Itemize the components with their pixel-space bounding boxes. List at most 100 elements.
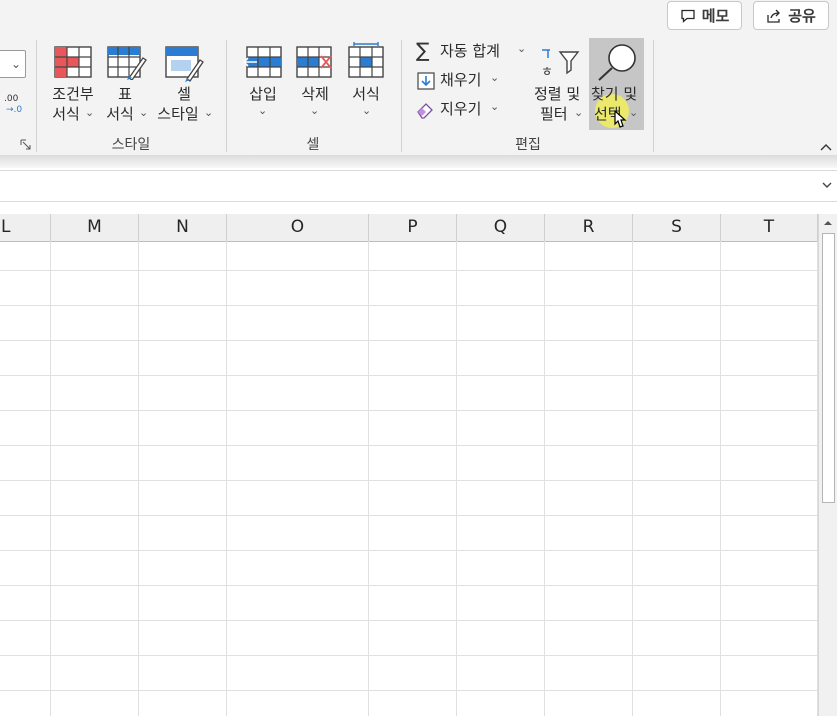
share-label: 공유 [788, 7, 816, 25]
gridline [0, 480, 818, 481]
fill-label: 채우기 [440, 71, 482, 89]
sort-filter-line1[interactable]: 정렬 및 [534, 84, 580, 104]
column-header-t[interactable]: T [721, 214, 818, 241]
gridline [544, 241, 545, 716]
gridline [0, 340, 818, 341]
gridline [50, 241, 51, 716]
worksheet-grid[interactable]: L M N O P Q R S T [0, 214, 818, 716]
decrease-decimal-icon[interactable]: .00 →.0 [0, 92, 24, 116]
gridline [0, 410, 818, 411]
chevron-down-icon: ⌄ [517, 42, 527, 55]
format-label[interactable]: 서식 [349, 84, 383, 104]
chevron-down-icon: ⌄ [139, 106, 149, 119]
cell-style-line2[interactable]: 스타일 [153, 104, 203, 124]
scroll-thumb[interactable] [822, 233, 835, 503]
edit-group-label: 편집 [515, 137, 541, 153]
gridline [0, 270, 818, 271]
chevron-down-icon: ⌄ [11, 57, 22, 71]
column-header-n[interactable]: N [139, 214, 227, 241]
find-select-line1: 찾기 및 [591, 85, 638, 103]
group-separator [401, 40, 402, 152]
gridline [0, 445, 818, 446]
chevron-down-icon: ⌄ [310, 104, 320, 117]
memo-button[interactable]: 메모 [667, 1, 742, 30]
column-header-s[interactable]: S [633, 214, 721, 241]
chevron-down-icon: ⌄ [574, 106, 584, 119]
style-group-label: 스타일 [111, 137, 151, 153]
delete-label[interactable]: 삭제 [298, 84, 332, 104]
group-separator [653, 40, 654, 152]
column-header-p[interactable]: P [369, 214, 457, 241]
gridline [0, 620, 818, 621]
column-header-m[interactable]: M [51, 214, 139, 241]
gridline [138, 241, 139, 716]
chevron-down-icon: ⌄ [490, 100, 500, 113]
mouse-pointer-icon [614, 110, 627, 128]
gridline [632, 241, 633, 716]
dialog-launcher-icon[interactable] [20, 139, 32, 151]
column-header-l[interactable]: L [0, 214, 51, 241]
cells-group-label: 셀 [306, 137, 320, 153]
ribbon: 메모 공유 ⌄ .00 →.0 조건부 서식 ⌄ 표 서식 ⌄ 셀 스타일 ⌄ … [0, 0, 837, 156]
eraser-icon [417, 103, 433, 119]
collapse-ribbon-icon[interactable] [819, 141, 833, 153]
magnifier-icon [598, 44, 636, 81]
insert-cells-icon[interactable] [243, 46, 283, 78]
gridline [368, 241, 369, 716]
svg-text:.00: .00 [4, 94, 19, 104]
gridline [0, 515, 818, 516]
expand-formula-bar-icon[interactable] [820, 180, 834, 192]
sigma-icon: ∑ [416, 38, 430, 62]
gridline [0, 550, 818, 551]
sort-filter-icon[interactable]: ㅎ [540, 48, 582, 78]
group-separator [36, 40, 37, 152]
autosum-button[interactable]: ∑ 자동 합계 ⌄ [414, 38, 532, 64]
column-headers: L M N O P Q R S T [0, 214, 818, 242]
cell-styles-icon[interactable] [165, 46, 205, 82]
share-icon [767, 9, 781, 23]
delete-cells-icon[interactable] [296, 46, 334, 78]
chevron-down-icon: ⌄ [85, 106, 95, 119]
column-header-r[interactable]: R [545, 214, 633, 241]
svg-text:ㅎ: ㅎ [541, 65, 553, 78]
gridline [456, 241, 457, 716]
gridline [0, 305, 818, 306]
share-button[interactable]: 공유 [753, 1, 829, 30]
formula-bar[interactable] [0, 170, 837, 202]
gridline [0, 585, 818, 586]
chevron-down-icon: ⌄ [490, 71, 500, 84]
ribbon-shadow [0, 155, 837, 168]
svg-text:→.0: →.0 [6, 105, 22, 115]
chevron-down-icon: ⌄ [362, 104, 372, 117]
number-format-dropdown[interactable]: ⌄ [0, 50, 26, 78]
chevron-down-icon: ⌄ [629, 106, 639, 119]
column-header-o[interactable]: O [227, 214, 369, 241]
gridline [720, 241, 721, 716]
sort-filter-line2[interactable]: 필터 [540, 104, 568, 124]
gridline [226, 241, 227, 716]
gridline [0, 690, 818, 691]
insert-label[interactable]: 삽입 [246, 84, 280, 104]
vertical-scrollbar[interactable] [818, 214, 837, 716]
scroll-up-arrow-icon[interactable] [822, 218, 834, 228]
cell-style-line1[interactable]: 셀 [176, 84, 192, 104]
fill-down-icon [417, 72, 435, 90]
format-cells-icon[interactable] [348, 42, 384, 78]
gridline [0, 375, 818, 376]
comment-icon [681, 9, 695, 23]
memo-label: 메모 [701, 7, 730, 25]
column-header-q[interactable]: Q [457, 214, 545, 241]
conditional-format-icon[interactable] [54, 46, 92, 78]
chevron-down-icon: ⌄ [258, 104, 268, 117]
fill-button[interactable]: 채우기 ⌄ [414, 69, 504, 93]
find-select-button[interactable]: 찾기 및 선택 ⌄ [589, 38, 644, 130]
autosum-label: 자동 합계 [440, 42, 500, 60]
clear-label: 지우기 [440, 100, 482, 118]
conditional-format-line1[interactable]: 조건부 [48, 84, 98, 104]
table-format-line2[interactable]: 서식 [102, 104, 138, 124]
table-format-line1[interactable]: 표 [117, 84, 133, 104]
gridline [0, 655, 818, 656]
conditional-format-line2[interactable]: 서식 [48, 104, 84, 124]
clear-button[interactable]: 지우기 ⌄ [414, 98, 504, 122]
format-as-table-icon[interactable] [107, 46, 147, 80]
